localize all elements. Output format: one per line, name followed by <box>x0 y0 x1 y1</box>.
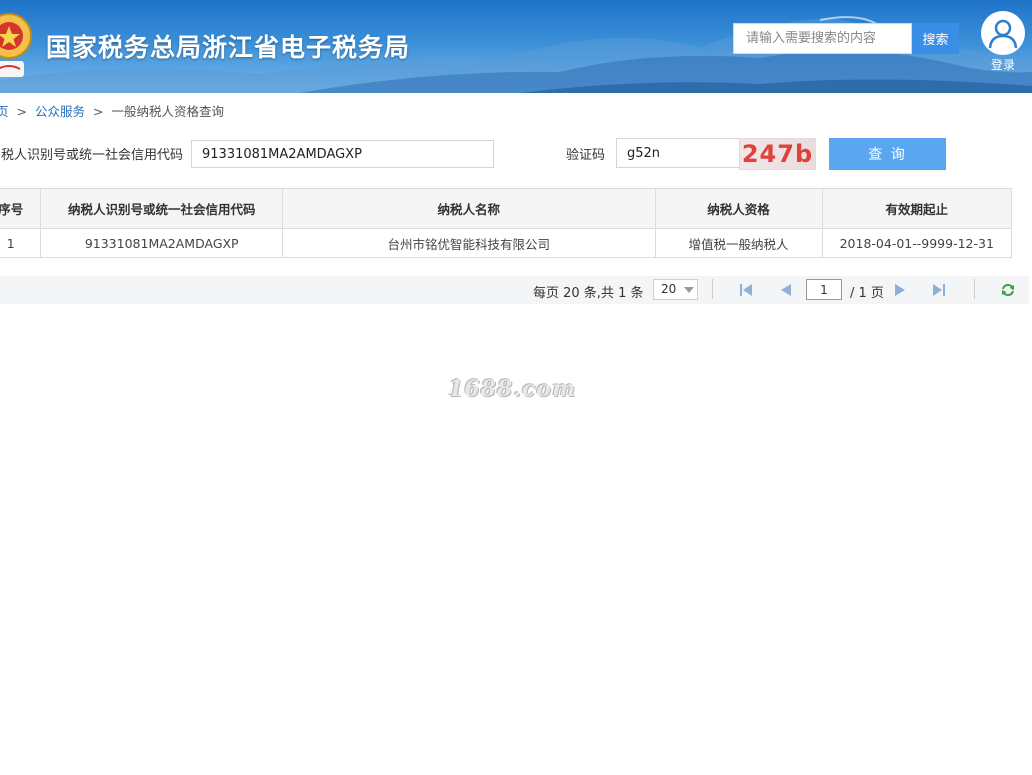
watermark: 1688.com <box>448 376 577 402</box>
captcha-label: 验证码 <box>566 148 606 163</box>
first-page-icon[interactable] <box>738 282 754 298</box>
login-button[interactable]: 登录 <box>979 11 1027 72</box>
total-pages: / 1 页 <box>850 286 884 301</box>
column-header-index: 序号 <box>0 188 42 229</box>
captcha-image[interactable]: 247b <box>739 138 816 170</box>
user-icon <box>981 11 1025 55</box>
pager-divider <box>974 279 975 299</box>
query-button[interactable]: 查 询 <box>829 138 946 170</box>
search-button[interactable]: 搜索 <box>912 23 959 54</box>
cell-taxpayer-id: 91331081MA2AMDAGXP <box>40 228 284 258</box>
cell-index: 1 <box>0 228 42 258</box>
prev-page-icon[interactable] <box>778 282 794 298</box>
page-size-select[interactable]: 20 <box>653 279 698 300</box>
search-input[interactable] <box>733 23 912 54</box>
column-header-taxpayer-name: 纳税人名称 <box>282 188 656 229</box>
pager-summary: 每页 20 条,共 1 条 <box>533 286 644 301</box>
taxpayer-id-input[interactable] <box>191 140 494 168</box>
current-page-input[interactable] <box>806 279 842 300</box>
breadcrumb-separator: > <box>93 104 104 119</box>
column-header-qualification: 纳税人资格 <box>654 188 823 229</box>
results-table: 序号 纳税人识别号或统一社会信用代码 纳税人名称 纳税人资格 有效期起止 1 9… <box>0 188 1013 258</box>
cell-taxpayer-name: 台州市铭优智能科技有限公司 <box>282 228 656 258</box>
column-header-validity: 有效期起止 <box>821 188 1013 229</box>
breadcrumb-current: 一般纳税人资格查询 <box>111 104 225 119</box>
refresh-icon[interactable] <box>1000 282 1016 298</box>
table-row[interactable]: 1 91331081MA2AMDAGXP 台州市铭优智能科技有限公司 增值税一般… <box>0 228 1013 258</box>
last-page-icon[interactable] <box>931 282 947 298</box>
taxpayer-id-label: 纳税人识别号或统一社会信用代码 <box>0 148 184 163</box>
pager-divider <box>712 279 713 299</box>
cell-qualification: 增值税一般纳税人 <box>654 228 823 258</box>
login-label: 登录 <box>990 58 1015 72</box>
captcha-text: 247b <box>741 140 814 168</box>
breadcrumb-home-link[interactable]: 页 <box>0 104 9 119</box>
pagination-bar: 每页 20 条,共 1 条 20 / 1 页 <box>0 276 1029 304</box>
page-size-value: 20 <box>661 282 677 296</box>
emblem-icon <box>0 6 32 82</box>
captcha-input[interactable] <box>616 138 740 168</box>
chevron-down-icon <box>684 287 694 293</box>
breadcrumb-separator: > <box>16 104 27 119</box>
site-title: 国家税务总局浙江省电子税务局 <box>46 33 411 62</box>
next-page-icon[interactable] <box>892 282 908 298</box>
cell-validity: 2018-04-01--9999-12-31 <box>821 228 1013 258</box>
breadcrumb: 页 > 公众服务 > 一般纳税人资格查询 <box>0 101 224 120</box>
table-header-row: 序号 纳税人识别号或统一社会信用代码 纳税人名称 纳税人资格 有效期起止 <box>0 188 1013 229</box>
column-header-taxpayer-id: 纳税人识别号或统一社会信用代码 <box>40 188 284 229</box>
site-header: 国家税务总局浙江省电子税务局 搜索 登录 <box>0 0 1032 93</box>
breadcrumb-public-service-link[interactable]: 公众服务 <box>35 104 85 119</box>
